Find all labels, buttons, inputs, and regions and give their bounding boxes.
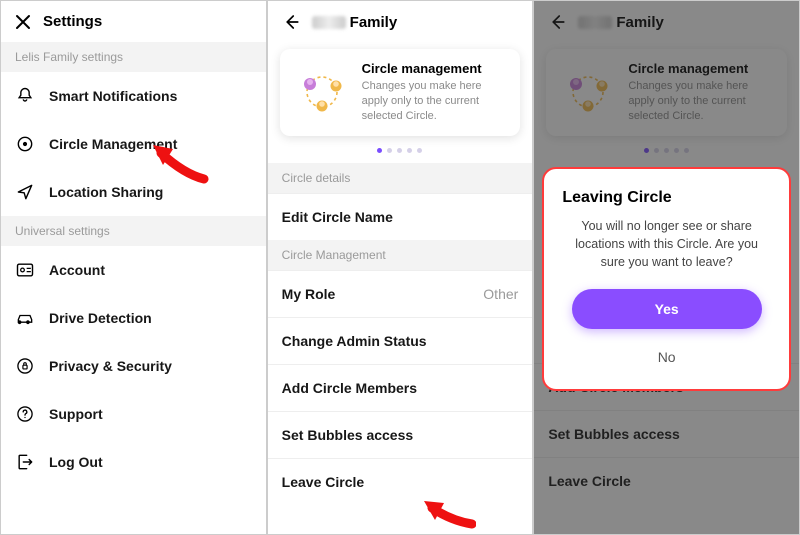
logout-icon: [15, 452, 35, 472]
row-label: Edit Circle Name: [282, 209, 393, 225]
breadcrumb: Family: [312, 14, 398, 31]
row-label: Add Circle Members: [282, 380, 417, 396]
section-circle-management: Circle Management: [268, 240, 533, 270]
target-icon: [15, 134, 35, 154]
circle-management-card[interactable]: Circle management Changes you make here …: [280, 49, 521, 136]
list-item-label: Support: [49, 406, 103, 422]
row-label: My Role: [282, 286, 336, 302]
list-item-label: Circle Management: [49, 136, 177, 152]
list-item-label: Smart Notifications: [49, 88, 177, 104]
close-icon[interactable]: [15, 14, 31, 30]
settings-header: Settings: [1, 1, 266, 42]
account-item[interactable]: Account: [1, 246, 266, 294]
circle-header: Family: [268, 1, 533, 43]
list-item-label: Account: [49, 262, 105, 278]
yes-button[interactable]: Yes: [572, 289, 762, 329]
page-title: Settings: [43, 13, 102, 30]
lock-icon: [15, 356, 35, 376]
dot-icon: [387, 148, 392, 153]
row-label: Set Bubbles access: [282, 427, 414, 443]
account-icon: [15, 260, 35, 280]
row-label: Change Admin Status: [282, 333, 427, 349]
row-value: Other: [483, 286, 518, 302]
list-item-label: Log Out: [49, 454, 103, 470]
leave-dialog-screen: Family Circle management Changes you mak…: [533, 0, 800, 535]
dialog-message: You will no longer see or share location…: [562, 217, 771, 271]
list-item-label: Drive Detection: [49, 310, 152, 326]
leaving-circle-dialog: Leaving Circle You will no longer see or…: [542, 167, 791, 391]
dot-icon: [407, 148, 412, 153]
dot-icon: [377, 148, 382, 153]
dot-icon: [397, 148, 402, 153]
log-out-item[interactable]: Log Out: [1, 438, 266, 486]
dot-icon: [417, 148, 422, 153]
back-icon[interactable]: [282, 13, 300, 31]
bell-icon: [15, 86, 35, 106]
change-admin-status-item[interactable]: Change Admin Status: [268, 317, 533, 364]
smart-notifications-item[interactable]: Smart Notifications: [1, 72, 266, 120]
circle-management-item[interactable]: Circle Management: [1, 120, 266, 168]
people-circle-icon: [294, 64, 350, 120]
section-universal-settings: Universal settings: [1, 216, 266, 246]
settings-screen: Settings Lelis Family settings Smart Not…: [0, 0, 267, 535]
card-title: Circle management: [362, 61, 507, 76]
my-role-item[interactable]: My Role Other: [268, 270, 533, 317]
row-label: Leave Circle: [282, 474, 365, 490]
redacted-name: [312, 16, 346, 29]
section-family-settings: Lelis Family settings: [1, 42, 266, 72]
car-icon: [15, 308, 35, 328]
edit-circle-name-item[interactable]: Edit Circle Name: [268, 193, 533, 240]
location-icon: [15, 182, 35, 202]
list-item-label: Location Sharing: [49, 184, 163, 200]
set-bubbles-access-item[interactable]: Set Bubbles access: [268, 411, 533, 458]
leave-circle-item[interactable]: Leave Circle: [268, 458, 533, 505]
circle-screen: Family Circle management Changes you mak…: [267, 0, 534, 535]
add-circle-members-item[interactable]: Add Circle Members: [268, 364, 533, 411]
list-item-label: Privacy & Security: [49, 358, 172, 374]
card-subtitle: Changes you make here apply only to the …: [362, 79, 507, 124]
dialog-title: Leaving Circle: [562, 189, 771, 207]
support-item[interactable]: Support: [1, 390, 266, 438]
drive-detection-item[interactable]: Drive Detection: [1, 294, 266, 342]
location-sharing-item[interactable]: Location Sharing: [1, 168, 266, 216]
help-icon: [15, 404, 35, 424]
page-indicator: [268, 144, 533, 163]
no-button[interactable]: No: [638, 343, 696, 371]
privacy-security-item[interactable]: Privacy & Security: [1, 342, 266, 390]
section-circle-details: Circle details: [268, 163, 533, 193]
